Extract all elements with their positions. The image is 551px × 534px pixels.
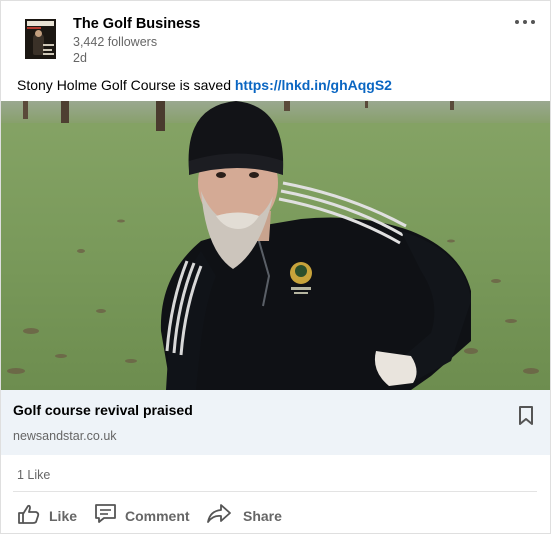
like-button[interactable]: Like	[17, 498, 82, 532]
follower-count: 3,442 followers	[73, 35, 158, 49]
comment-label: Comment	[125, 508, 190, 524]
like-count[interactable]: 1 Like	[17, 468, 50, 482]
share-button[interactable]: Share	[206, 498, 291, 532]
post-link[interactable]: https://lnkd.in/ghAqgS2	[235, 77, 392, 93]
share-label: Share	[243, 508, 282, 524]
post-body-text: Stony Holme Golf Course is saved	[17, 77, 235, 93]
company-logo[interactable]	[25, 19, 56, 59]
comment-icon	[95, 504, 116, 523]
comment-button[interactable]: Comment	[94, 498, 199, 532]
post-image[interactable]	[1, 101, 550, 390]
thumbs-up-icon	[18, 504, 40, 524]
post-header: The Golf Business 3,442 followers 2d	[1, 1, 550, 71]
post-timestamp: 2d	[73, 51, 87, 65]
more-options-button[interactable]	[513, 15, 537, 29]
link-preview[interactable]: Golf course revival praised newsandstar.…	[1, 390, 550, 455]
post-photo	[1, 101, 550, 390]
company-name[interactable]: The Golf Business	[73, 16, 200, 32]
like-label: Like	[49, 508, 78, 524]
share-arrow-icon	[207, 504, 231, 523]
post-text: Stony Holme Golf Course is saved https:/…	[17, 77, 392, 93]
actions-divider	[13, 491, 537, 492]
bookmark-icon[interactable]	[517, 405, 535, 427]
three-dots-icon	[515, 20, 519, 24]
feed-post-card: The Golf Business 3,442 followers 2d Sto…	[0, 0, 551, 534]
link-preview-title[interactable]: Golf course revival praised	[13, 402, 193, 418]
link-preview-source: newsandstar.co.uk	[13, 429, 117, 443]
